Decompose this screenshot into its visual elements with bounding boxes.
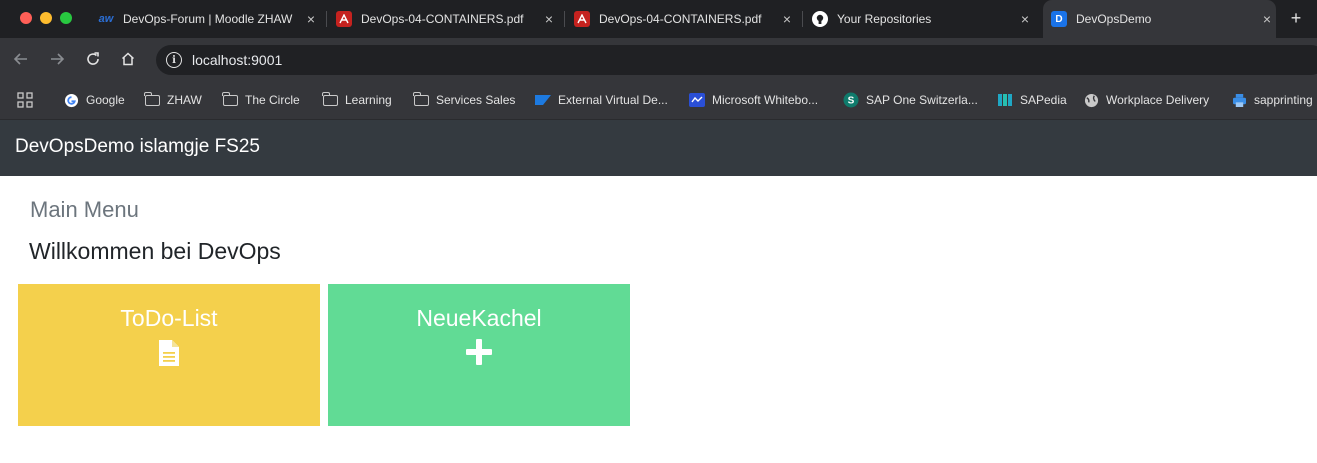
bookmark-label: Google xyxy=(86,93,125,107)
new-tab-button[interactable]: + xyxy=(1286,8,1306,28)
tab-title: DevOps-04-CONTAINERS.pdf xyxy=(361,12,524,26)
moodle-icon: aw xyxy=(98,13,114,25)
bookmark-label: ZHAW xyxy=(167,93,202,107)
bookmark-microsoft-whiteboard[interactable]: Microsoft Whitebo... xyxy=(689,90,818,110)
close-icon[interactable]: × xyxy=(778,11,796,27)
tab-title: Your Repositories xyxy=(837,12,932,26)
document-icon xyxy=(18,339,320,367)
app-icon: D xyxy=(1051,11,1067,27)
bookmark-folder-learning[interactable]: Learning xyxy=(322,90,392,110)
pdf-icon xyxy=(574,11,590,27)
tab-title: DevOps-04-CONTAINERS.pdf xyxy=(599,12,762,26)
minimize-window-button[interactable] xyxy=(40,12,52,24)
page-viewport: DevOpsDemo islamgje FS25 Main Menu Willk… xyxy=(0,120,1317,463)
browser-tab-strip: aw DevOps-Forum | Moodle ZHAW × DevOps-0… xyxy=(0,0,1317,38)
zoom-window-button[interactable] xyxy=(60,12,72,24)
bookmark-label: The Circle xyxy=(245,93,300,107)
bookmark-label: Workplace Delivery xyxy=(1106,93,1210,107)
bookmark-external-virtual-desktop[interactable]: External Virtual De... xyxy=(535,90,668,110)
svg-text:S: S xyxy=(848,96,855,107)
whiteboard-icon xyxy=(689,92,705,108)
tab-divider xyxy=(802,11,803,27)
site-info-icon[interactable]: i xyxy=(166,52,182,68)
close-icon[interactable]: × xyxy=(1016,11,1034,27)
apps-button[interactable] xyxy=(17,90,33,110)
sapedia-icon xyxy=(997,92,1013,108)
bookmark-workplace-delivery[interactable]: Workplace Delivery xyxy=(1083,90,1209,110)
globe-icon xyxy=(1083,92,1099,108)
browser-tab-moodle[interactable]: aw DevOps-Forum | Moodle ZHAW × xyxy=(98,0,320,38)
tab-title: DevOps-Forum | Moodle ZHAW xyxy=(123,12,293,26)
browser-tab-github[interactable]: Your Repositories × xyxy=(812,0,1034,38)
close-icon[interactable]: × xyxy=(302,11,320,27)
folder-icon xyxy=(413,91,429,108)
home-button[interactable] xyxy=(117,48,139,70)
tab-divider xyxy=(564,11,565,27)
tile-title: ToDo-List xyxy=(120,305,218,331)
browser-tab-pdf-1[interactable]: DevOps-04-CONTAINERS.pdf × xyxy=(336,0,558,38)
neue-kachel-tile[interactable]: NeueKachel xyxy=(328,284,630,426)
github-icon xyxy=(812,11,828,27)
browser-toolbar: i localhost:9001 xyxy=(0,38,1317,80)
welcome-heading: Willkommen bei DevOps xyxy=(29,238,281,264)
address-url[interactable]: localhost:9001 xyxy=(192,52,282,68)
sharepoint-icon: S xyxy=(843,92,859,108)
app-navbar: DevOpsDemo islamgje FS25 xyxy=(0,120,1317,176)
main-menu-heading: Main Menu xyxy=(30,197,139,222)
bookmark-sapedia[interactable]: SAPedia xyxy=(997,90,1067,110)
bookmark-folder-services-sales[interactable]: Services Sales xyxy=(413,90,515,110)
bookmarks-bar: Google ZHAW The Circle Learning Services… xyxy=(0,80,1317,120)
bookmark-google[interactable]: Google xyxy=(63,90,125,110)
home-icon xyxy=(121,52,135,66)
tab-divider xyxy=(326,11,327,27)
bookmark-label: Learning xyxy=(345,93,392,107)
close-icon[interactable]: × xyxy=(1258,11,1276,27)
bookmark-label: sapprinting xyxy=(1254,93,1313,107)
pdf-icon xyxy=(336,11,352,27)
bookmark-folder-zhaw[interactable]: ZHAW xyxy=(144,90,202,110)
printer-icon xyxy=(1231,92,1247,108)
bookmark-label: SAPedia xyxy=(1020,93,1067,107)
folder-icon xyxy=(322,91,338,108)
plus-icon xyxy=(328,339,630,365)
browser-tab-devopsdemo[interactable]: D DevOpsDemo × xyxy=(1043,0,1276,38)
back-button[interactable] xyxy=(10,48,32,70)
address-bar[interactable]: i localhost:9001 xyxy=(156,45,1317,75)
back-arrow-icon xyxy=(13,53,27,65)
bookmark-sap-one-switzerland[interactable]: S SAP One Switzerla... xyxy=(843,90,978,110)
tab-title: DevOpsDemo xyxy=(1076,12,1152,26)
reload-icon xyxy=(87,52,99,65)
bookmark-label: Microsoft Whitebo... xyxy=(712,93,819,107)
reload-button[interactable] xyxy=(82,48,104,70)
browser-tab-pdf-2[interactable]: DevOps-04-CONTAINERS.pdf × xyxy=(574,0,796,38)
bookmark-label: SAP One Switzerla... xyxy=(866,93,978,107)
bookmark-folder-the-circle[interactable]: The Circle xyxy=(222,90,300,110)
close-icon[interactable]: × xyxy=(540,11,558,27)
apps-grid-icon xyxy=(17,92,33,108)
todo-list-tile[interactable]: ToDo-List xyxy=(18,284,320,426)
bookmark-sapprinting[interactable]: sapprinting xyxy=(1231,90,1313,110)
google-icon xyxy=(63,92,79,108)
folder-icon xyxy=(144,91,160,108)
bookmark-label: External Virtual De... xyxy=(558,93,668,107)
close-window-button[interactable] xyxy=(20,12,32,24)
folder-icon xyxy=(222,91,238,108)
sap-icon xyxy=(535,92,551,108)
app-brand[interactable]: DevOpsDemo islamgje FS25 xyxy=(15,136,260,158)
forward-button[interactable] xyxy=(46,48,68,70)
forward-arrow-icon xyxy=(51,53,65,65)
bookmark-label: Services Sales xyxy=(436,93,516,107)
tile-title: NeueKachel xyxy=(416,305,542,331)
